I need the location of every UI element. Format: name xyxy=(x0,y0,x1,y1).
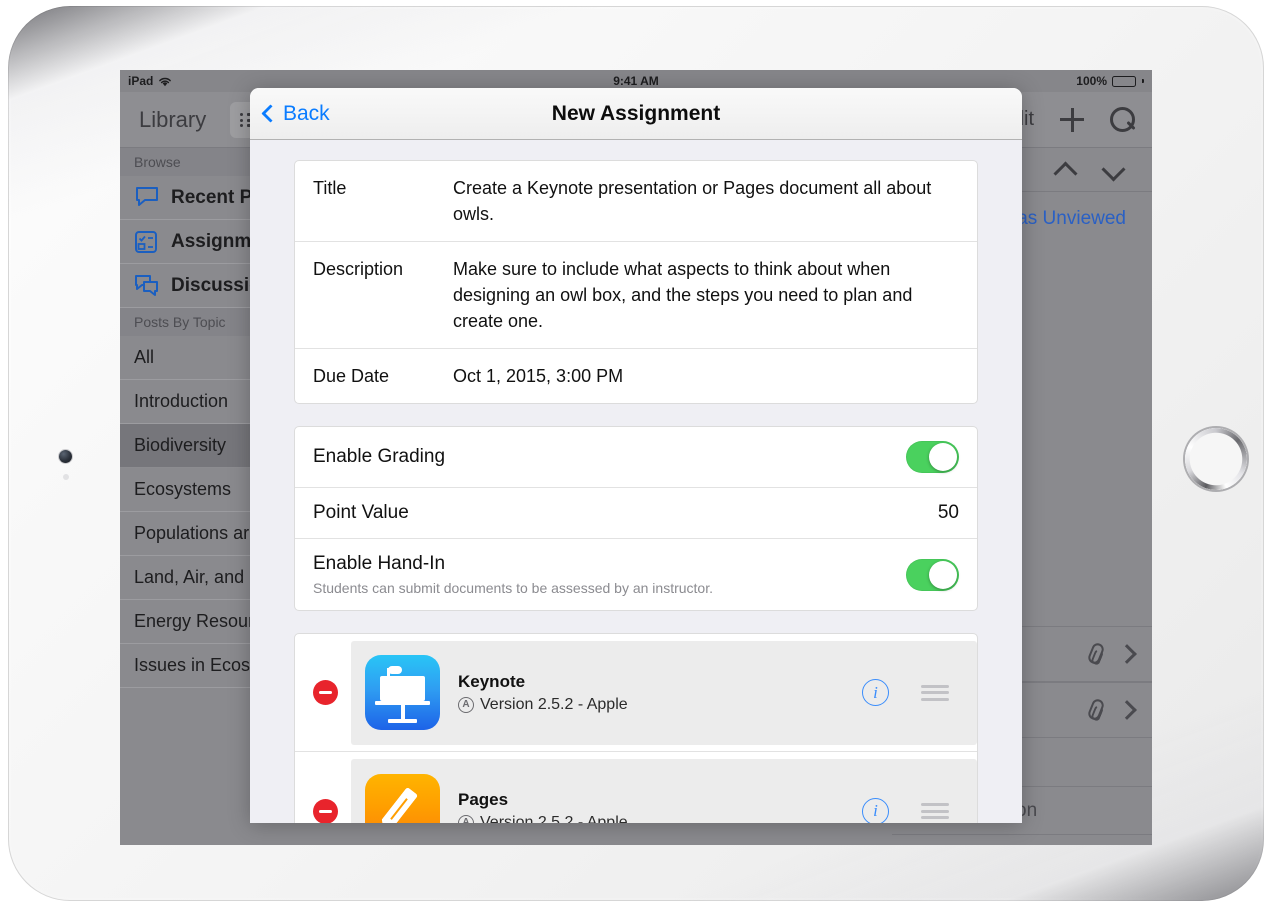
app-store-icon: A xyxy=(458,696,474,713)
drag-handle-icon[interactable] xyxy=(921,681,949,704)
topic-label: Ecosystems xyxy=(134,479,232,499)
enable-handin-sublabel: Students can submit documents to be asse… xyxy=(313,580,713,596)
topic-label: Energy Resour xyxy=(134,611,255,631)
info-icon[interactable]: i xyxy=(862,797,889,823)
search-icon[interactable] xyxy=(1110,106,1136,133)
topic-label: Issues in Ecos xyxy=(134,655,251,675)
attachment-version-text: Version 2.5.2 - Apple xyxy=(480,695,628,713)
topic-label: Biodiversity xyxy=(134,435,227,455)
plus-icon[interactable] xyxy=(1060,107,1084,132)
drag-handle-icon[interactable] xyxy=(921,800,949,823)
attachment-name: Pages xyxy=(458,790,509,809)
attachment-version: A Version 2.5.2 - Apple xyxy=(458,696,628,714)
chevron-right-icon xyxy=(1117,644,1137,664)
battery-icon xyxy=(1112,75,1136,87)
checklist-icon xyxy=(134,230,160,254)
due-date-field-label: Due Date xyxy=(313,366,390,386)
title-field-label: Title xyxy=(313,178,347,198)
toolbar-library-title: Library xyxy=(139,106,207,132)
attachment-row-keynote[interactable]: Keynote A Version 2.5.2 - Apple i xyxy=(295,634,977,752)
modal-body: Title Create a Keynote presentation or P… xyxy=(250,140,1022,823)
app-store-icon: A xyxy=(458,815,474,823)
point-value-value[interactable]: 50 xyxy=(938,502,959,524)
status-bar-right: 100% xyxy=(1076,74,1144,88)
ambient-sensor-icon xyxy=(63,474,69,480)
modal-title: New Assignment xyxy=(551,101,721,125)
sidebar-item-label: Assignme xyxy=(171,230,262,252)
enable-handin-label: Enable Hand-In xyxy=(313,553,446,574)
pages-app-icon xyxy=(365,773,440,823)
attachments-group: Keynote A Version 2.5.2 - Apple i Pages … xyxy=(294,633,978,823)
enable-grading-row[interactable]: Enable Grading xyxy=(295,427,977,488)
enable-handin-toggle[interactable] xyxy=(906,558,959,591)
paperclip-icon xyxy=(1086,697,1106,722)
info-icon[interactable]: i xyxy=(862,679,889,706)
title-field-row[interactable]: Title Create a Keynote presentation or P… xyxy=(295,161,977,242)
description-field-value[interactable]: Make sure to include what aspects to thi… xyxy=(453,256,959,334)
timestamp-label: 2015, 1:19 PM xyxy=(902,844,1019,845)
paperclip-icon xyxy=(1086,641,1106,666)
due-date-field-row[interactable]: Due Date Oct 1, 2015, 3:00 PM xyxy=(295,349,977,403)
due-date-field-value[interactable]: Oct 1, 2015, 3:00 PM xyxy=(453,363,959,389)
attachment-version-text: Version 2.5.2 - Apple xyxy=(480,814,628,823)
chevron-right-icon xyxy=(1117,700,1137,720)
attachment-meta: Pages A Version 2.5.2 - Apple xyxy=(458,790,628,823)
sidebar-item-label: Recent P xyxy=(171,186,253,208)
status-bar-time: 9:41 AM xyxy=(613,74,659,88)
grading-settings-group: Enable Grading Point Value 50 Enable Han… xyxy=(294,426,978,611)
front-camera-icon xyxy=(59,450,72,463)
description-field-label: Description xyxy=(313,259,404,279)
discussion-bubbles-icon xyxy=(134,274,160,298)
attachment-version: A Version 2.5.2 - Apple xyxy=(458,814,628,823)
chevron-down-icon[interactable] xyxy=(1102,159,1124,181)
chevron-up-icon[interactable] xyxy=(1054,159,1076,181)
assignment-details-group: Title Create a Keynote presentation or P… xyxy=(294,160,978,404)
topic-label: Introduction xyxy=(134,391,229,411)
description-field-row[interactable]: Description Make sure to include what as… xyxy=(295,242,977,349)
battery-cap-icon xyxy=(1142,79,1144,83)
topic-label: Land, Air, and xyxy=(134,567,245,587)
status-battery-percent: 100% xyxy=(1076,74,1107,88)
point-value-row[interactable]: Point Value 50 xyxy=(295,488,977,539)
remove-minus-icon[interactable] xyxy=(313,680,338,705)
enable-grading-toggle[interactable] xyxy=(906,441,959,473)
keynote-app-icon xyxy=(365,655,440,730)
home-button-ring xyxy=(1185,428,1247,490)
title-field-value[interactable]: Create a Keynote presentation or Pages d… xyxy=(453,175,959,227)
speech-bubble-icon xyxy=(134,186,160,210)
topic-label: Populations ar xyxy=(134,523,250,543)
sidebar-item-label: Discussio xyxy=(171,274,261,296)
modal-navbar: Back New Assignment xyxy=(250,88,1022,140)
remove-minus-icon[interactable] xyxy=(313,798,338,823)
attachment-row-pages[interactable]: Pages A Version 2.5.2 - Apple i xyxy=(295,752,977,823)
ipad-screen: iPad 9:41 AM 100% Library Browse Recent … xyxy=(120,70,1152,845)
attachment-name: Keynote xyxy=(458,671,526,691)
topic-label: All xyxy=(134,347,155,367)
attachment-meta: Keynote A Version 2.5.2 - Apple xyxy=(458,672,628,714)
new-assignment-modal: Back New Assignment Title Create a Keyno… xyxy=(250,88,1022,823)
point-value-label: Point Value xyxy=(313,502,409,523)
timestamp-row: 2015, 1:19 PM xyxy=(892,834,1152,845)
enable-handin-row[interactable]: Enable Hand-In Students can submit docum… xyxy=(295,539,977,610)
enable-grading-label: Enable Grading xyxy=(313,446,446,467)
